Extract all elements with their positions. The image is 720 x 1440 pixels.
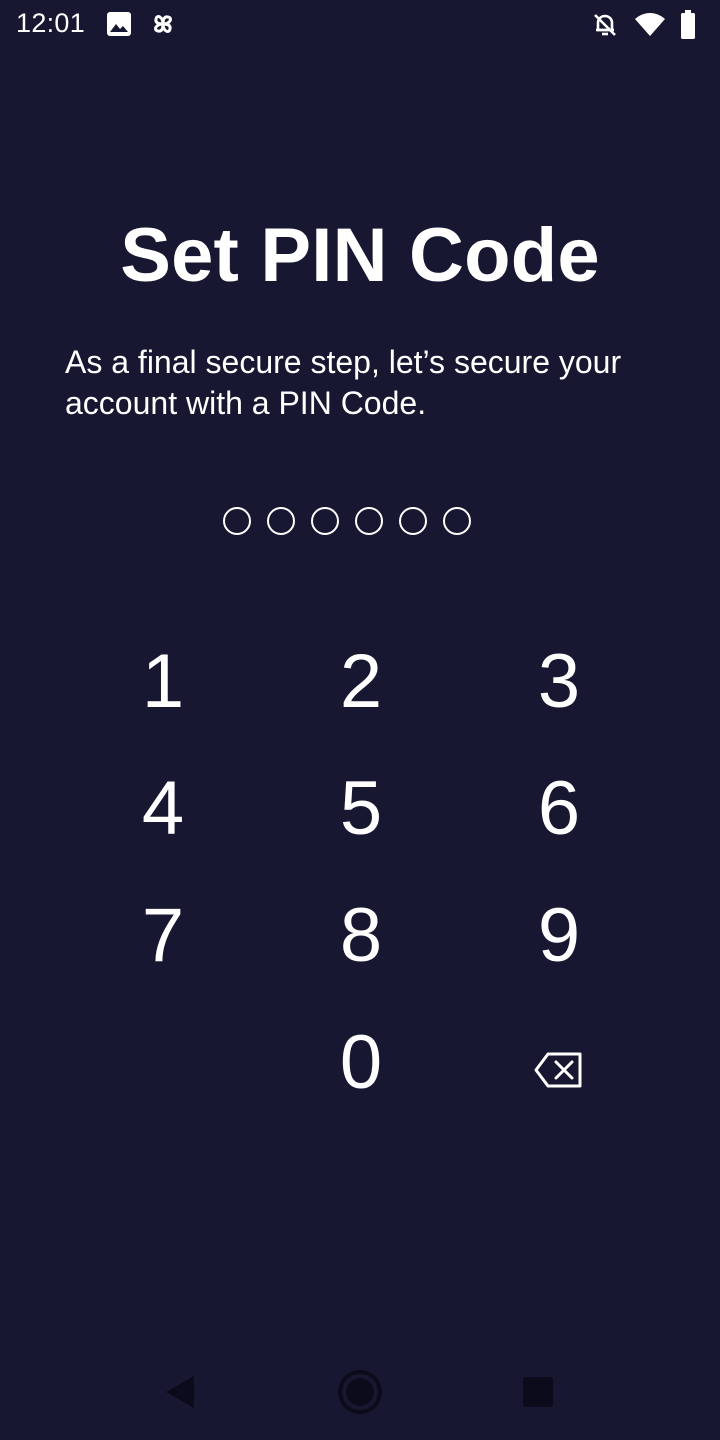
image-icon: [106, 11, 132, 42]
keypad-key-4[interactable]: 4: [64, 745, 262, 872]
recents-icon[interactable]: [522, 1376, 554, 1413]
bell-off-icon: [591, 11, 619, 44]
pin-dot: [311, 507, 339, 535]
keypad-key-8[interactable]: 8: [262, 872, 460, 999]
keypad-key-3[interactable]: 3: [460, 618, 658, 745]
keypad-key-2[interactable]: 2: [262, 618, 460, 745]
pin-dot: [267, 507, 295, 535]
status-time: 12:01: [16, 8, 86, 38]
keypad-key-1[interactable]: 1: [64, 618, 262, 745]
pin-dot: [223, 507, 251, 535]
keypad-key-0[interactable]: 0: [262, 999, 460, 1126]
battery-icon: [680, 10, 696, 45]
status-bar: 12:01: [0, 0, 720, 50]
home-icon[interactable]: [337, 1369, 383, 1420]
backspace-button[interactable]: [460, 999, 658, 1126]
page-subtitle: As a final secure step, let’s secure you…: [65, 344, 622, 421]
pinwheel-icon: [148, 9, 178, 44]
numeric-keypad: 123 456 7890: [64, 618, 658, 1126]
keypad-key-6[interactable]: 6: [460, 745, 658, 872]
page-title: Set PIN Code: [120, 213, 600, 298]
navigation-bar: [0, 1345, 720, 1440]
back-icon[interactable]: [164, 1375, 196, 1414]
keypad-key-9[interactable]: 9: [460, 872, 658, 999]
pin-dot: [355, 507, 383, 535]
pin-dot: [399, 507, 427, 535]
backspace-icon: [534, 1019, 584, 1106]
pin-dot: [443, 507, 471, 535]
keypad-key-5[interactable]: 5: [262, 745, 460, 872]
keypad-empty-slot: [64, 999, 262, 1126]
wifi-icon: [634, 12, 666, 43]
pin-indicator: [223, 507, 471, 535]
keypad-key-7[interactable]: 7: [64, 872, 262, 999]
